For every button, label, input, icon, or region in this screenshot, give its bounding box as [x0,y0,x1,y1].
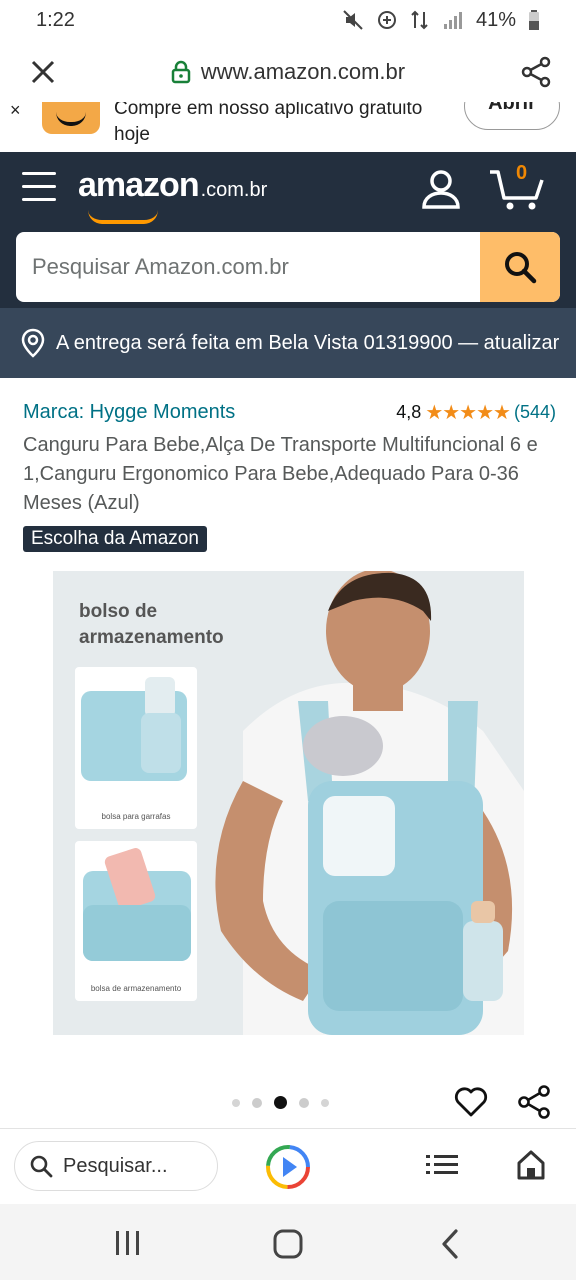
delivery-location-bar[interactable]: A entrega será feita em Bela Vista 01319… [0,308,576,378]
brand-link[interactable]: Marca: Hygge Moments [23,401,235,424]
amazon-choice-badge: Escolha da Amazon [23,526,207,552]
url-text: www.amazon.com.br [200,59,406,84]
carousel-dot[interactable] [252,1097,262,1108]
product-rating[interactable]: 4,8 ★★★★★ (544) [396,400,556,425]
browser-url-bar: www.amazon.com.br [0,42,576,102]
amazon-app-logo [42,102,100,134]
android-nav-bar [0,1204,576,1280]
recent-apps-icon[interactable] [114,1230,142,1256]
battery-percent: 41% [475,8,516,31]
star-rating-icon: ★★★★★ [425,402,511,424]
battery-icon [529,10,539,30]
storage-pocket-illustration [83,848,191,961]
rating-value: 4,8 [396,402,422,422]
app-promo-banner: × Compre em nosso aplicativo gratuito ho… [0,102,576,150]
promo-close-button[interactable]: × [10,102,21,121]
back-icon[interactable] [440,1228,460,1260]
amazon-logo[interactable]: amazon .com.br [78,166,267,224]
browser-bottom-toolbar: Pesquisar... [0,1128,576,1204]
share-icon[interactable] [516,1084,552,1120]
product-info: Marca: Hygge Moments 4,8 ★★★★★ (544) Can… [23,400,556,552]
cart-count: 0 [516,162,528,184]
carousel-dot[interactable] [232,1098,240,1107]
heart-icon[interactable] [454,1086,488,1118]
image-carousel-dots [232,1096,329,1109]
amazon-header: amazon .com.br 0 [0,152,576,308]
home-icon[interactable] [516,1149,546,1181]
share-icon[interactable] [520,56,552,88]
product-title: Canguru Para Bebe,Alça De Transporte Mul… [23,434,538,514]
signal-icon [443,12,462,29]
close-icon[interactable] [30,59,56,85]
storage-pocket-label: bolsa de armazenamento [90,984,182,993]
lock-icon [171,60,191,84]
account-icon[interactable] [420,168,462,210]
status-time: 1:22 [36,8,75,31]
carousel-dot[interactable] [299,1097,309,1108]
delivery-text: A entrega será feita em Bela Vista 01319… [56,331,560,354]
location-pin-icon [21,328,45,358]
search-bar [16,232,560,302]
network-icon [411,10,428,30]
search-button[interactable] [480,232,560,302]
open-app-button[interactable]: Abrir [464,102,560,130]
storage-pocket-card: bolsa de armazenamento [75,841,197,1001]
data-saver-icon [377,11,396,29]
smile-arrow [88,210,158,224]
carousel-dot[interactable] [321,1098,329,1107]
google-assistant-icon[interactable] [264,1143,312,1191]
search-icon [505,252,537,284]
menu-icon[interactable] [22,172,56,204]
url-field[interactable]: www.amazon.com.br [171,59,405,85]
mute-icon [343,10,363,30]
bottle-pocket-card: bolsa para garrafas [75,667,197,829]
bottom-search-label: Pesquisar... [63,1154,168,1177]
bottom-search-field[interactable]: Pesquisar... [14,1141,218,1191]
search-input[interactable] [16,232,480,302]
bottle-pocket-illustration [81,677,187,781]
review-count: (544) [513,402,556,422]
list-icon[interactable] [426,1153,458,1177]
product-image[interactable]: bolso de armazenamento bolsa para garraf… [53,571,524,1035]
promo-text: Compre em nosso aplicativo gratuito hoje [114,102,423,145]
bottle-pocket-label: bolsa para garrafas [101,812,171,821]
status-bar: 1:22 41% [0,0,576,40]
image-caption: bolso de armazenamento [79,601,224,648]
carousel-dot-active[interactable] [274,1096,287,1109]
home-nav-icon[interactable] [272,1228,304,1260]
search-icon [30,1155,53,1178]
